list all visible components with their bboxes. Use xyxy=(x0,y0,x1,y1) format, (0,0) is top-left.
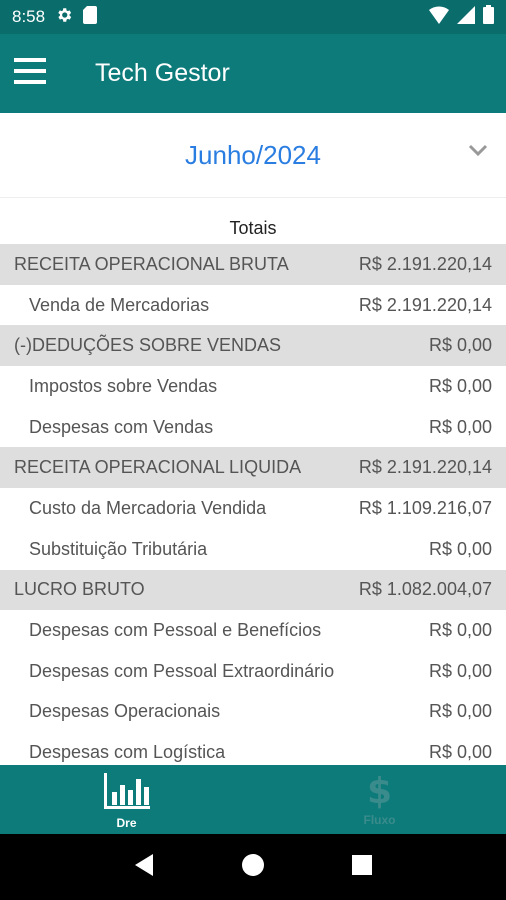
settings-gear-icon xyxy=(55,6,73,29)
status-time: 8:58 xyxy=(12,7,46,26)
nav-label-dre: Dre xyxy=(116,816,137,830)
sd-card-icon xyxy=(83,5,98,29)
group-row-receita-liquida[interactable]: RECEITA OPERACIONAL LIQUIDA R$ 2.191.220… xyxy=(0,447,506,489)
row-label: Substituição Tributária xyxy=(29,538,208,559)
row-label: Despesas com Pessoal e Benefícios xyxy=(29,620,322,641)
row-label: Despesas com Logística xyxy=(29,742,226,763)
group-row-deducoes[interactable]: (-)DEDUÇÕES SOBRE VENDAS R$ 0,00 xyxy=(0,325,506,367)
list-item-despesas-pessoal-extra[interactable]: Despesas com Pessoal Extraordinário R$ 0… xyxy=(0,651,506,692)
list-item-substituicao-tributaria[interactable]: Substituição Tributária R$ 0,00 xyxy=(0,529,506,570)
nav-item-fluxo[interactable]: $ Fluxo xyxy=(253,765,506,834)
row-value: R$ 0,00 xyxy=(428,660,492,681)
row-value: R$ 0,00 xyxy=(428,742,492,763)
battery-icon xyxy=(483,5,494,29)
row-value: R$ 0,00 xyxy=(428,538,492,559)
period-label: Junho/2024 xyxy=(185,139,321,170)
row-label: RECEITA OPERACIONAL BRUTA xyxy=(14,253,289,274)
status-bar: 8:58 xyxy=(0,0,506,34)
bottom-nav: Dre $ Fluxo xyxy=(0,765,506,834)
nav-label-fluxo: Fluxo xyxy=(363,813,396,827)
totals-title: Totais xyxy=(229,218,277,238)
group-row-receita-bruta[interactable]: RECEITA OPERACIONAL BRUTA R$ 2.191.220,1… xyxy=(0,244,506,285)
row-value: R$ 1.082.004,07 xyxy=(358,579,492,600)
row-label: Despesas com Pessoal Extraordinário xyxy=(29,660,335,681)
row-value: R$ 0,00 xyxy=(428,620,492,641)
wifi-icon xyxy=(429,5,449,29)
row-label: Impostos sobre Vendas xyxy=(29,375,218,396)
list-item-venda-mercadorias[interactable]: Venda de Mercadorias R$ 2.191.220,14 xyxy=(0,285,506,326)
hamburger-menu-icon xyxy=(14,57,46,90)
dollar-icon: $ xyxy=(366,771,393,812)
row-value: R$ 0,00 xyxy=(428,701,492,722)
cell-signal-icon xyxy=(457,5,475,29)
row-value: R$ 2.191.220,14 xyxy=(358,457,492,478)
system-nav-bar xyxy=(0,834,506,900)
row-label: Despesas com Vendas xyxy=(29,416,214,437)
row-label: Despesas Operacionais xyxy=(29,701,221,722)
row-value: R$ 2.191.220,14 xyxy=(358,294,492,315)
app-bar: Tech Gestor xyxy=(0,34,506,113)
list-item-impostos-vendas[interactable]: Impostos sobre Vendas R$ 0,00 xyxy=(0,366,506,407)
row-value: R$ 1.109.216,07 xyxy=(358,497,492,518)
app-title: Tech Gestor xyxy=(95,59,230,87)
row-label: (-)DEDUÇÕES SOBRE VENDAS xyxy=(14,335,282,356)
row-label: LUCRO BRUTO xyxy=(14,579,145,600)
row-label: Custo da Mercadoria Vendida xyxy=(29,497,267,518)
row-label: RECEITA OPERACIONAL LIQUIDA xyxy=(14,457,302,478)
nav-item-dre[interactable]: Dre xyxy=(0,765,253,834)
row-label: Venda de Mercadorias xyxy=(29,294,210,315)
list-item-despesas-pessoal[interactable]: Despesas com Pessoal e Benefícios R$ 0,0… xyxy=(0,610,506,651)
home-circle-icon[interactable] xyxy=(241,853,265,882)
chevron-down-icon[interactable] xyxy=(468,143,488,162)
menu-button[interactable] xyxy=(0,34,60,113)
recents-square-icon[interactable] xyxy=(351,854,373,881)
list-item-despesas-operacionais[interactable]: Despesas Operacionais R$ 0,00 xyxy=(0,692,506,733)
period-selector[interactable]: Junho/2024 xyxy=(0,113,506,198)
row-value: R$ 0,00 xyxy=(428,335,492,356)
bar-chart-icon xyxy=(103,773,150,814)
back-triangle-icon[interactable] xyxy=(133,853,155,882)
row-value: R$ 0,00 xyxy=(428,375,492,396)
dre-list: RECEITA OPERACIONAL BRUTA R$ 2.191.220,1… xyxy=(0,244,506,773)
list-item-custo-mercadoria[interactable]: Custo da Mercadoria Vendida R$ 1.109.216… xyxy=(0,488,506,529)
list-item-despesas-vendas[interactable]: Despesas com Vendas R$ 0,00 xyxy=(0,407,506,448)
row-value: R$ 0,00 xyxy=(428,416,492,437)
row-value: R$ 2.191.220,14 xyxy=(358,253,492,274)
group-row-lucro-bruto[interactable]: LUCRO BRUTO R$ 1.082.004,07 xyxy=(0,569,506,611)
